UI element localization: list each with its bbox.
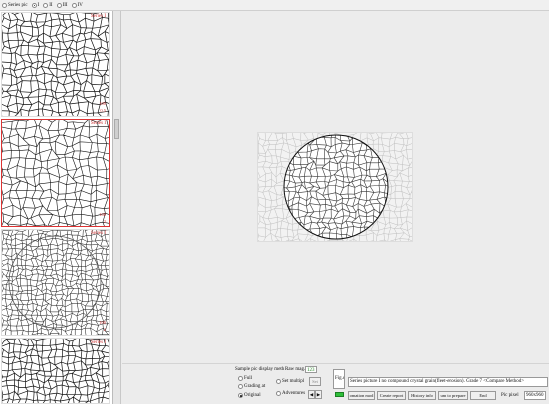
- grain-sample-picture: [255, 130, 417, 250]
- sample-image: [255, 130, 417, 250]
- sample-display-label: Sample pic display meth: [235, 367, 285, 372]
- radio-series-i[interactable]: I: [31, 2, 40, 8]
- raw-mag-value: 123: [305, 366, 317, 373]
- step-up-button[interactable]: ▶: [315, 390, 322, 399]
- automation-mode-button[interactable]: omation mod: [348, 391, 375, 400]
- create-report-button[interactable]: Create report: [377, 391, 406, 400]
- thumbnail-extra: 0.5: [100, 108, 106, 113]
- radio-label: II: [49, 2, 53, 8]
- thumbnail-item-selected[interactable]: Series I 100 2: [1, 119, 110, 227]
- series-selector-bar: Series pic I II III IV: [0, 0, 549, 11]
- grain-pattern-image: [2, 120, 109, 226]
- thumbnail-panel: Series I 100 0.5 Series I 100 2 Series I…: [0, 11, 113, 404]
- step-down-button[interactable]: ◀: [308, 390, 315, 399]
- thumbnail-extra: 2: [103, 219, 106, 224]
- description-field: Series picture I no compound crystal gra…: [348, 377, 548, 387]
- thumbnail-item[interactable]: Series I 100 0.5: [1, 12, 110, 117]
- series-pic-label: Series pic: [2, 2, 28, 8]
- thumbnail-item[interactable]: Series I: [1, 338, 110, 404]
- thumbnail-number: 100: [99, 320, 106, 325]
- set-button[interactable]: Set: [309, 377, 321, 386]
- radio-dot-icon[interactable]: [238, 376, 243, 381]
- grain-pattern-image: [2, 13, 109, 116]
- radio-label: Adventures: [282, 391, 306, 396]
- radio-original[interactable]: Original: [238, 393, 261, 398]
- radio-label: Set multipl: [282, 379, 305, 384]
- radio-series-ii[interactable]: II: [43, 2, 53, 8]
- radio-dot-icon[interactable]: [31, 2, 37, 8]
- radio-full[interactable]: Full: [238, 376, 252, 381]
- image-view-area: [122, 11, 549, 363]
- thumbnail-title: Series I: [90, 121, 106, 126]
- radio-adventures[interactable]: Adventures: [276, 391, 305, 396]
- radio-label: Original: [244, 393, 261, 398]
- thumbnail-number: 100: [99, 101, 106, 106]
- pic-pixel-value: 960x960: [524, 391, 546, 400]
- grain-pattern-image: [2, 339, 109, 403]
- radio-dot-icon[interactable]: [43, 2, 49, 8]
- thumbnail-item[interactable]: Series I 100 2: [1, 229, 110, 336]
- series-pic-text: Series pic: [8, 2, 28, 8]
- radio-series-iv[interactable]: IV: [71, 2, 83, 8]
- return-to-prepare-button[interactable]: um to prepare: [438, 391, 468, 400]
- radio-label: Full: [244, 376, 253, 381]
- thumbnail-scrollbar[interactable]: [113, 11, 121, 404]
- radio-label: I: [37, 2, 40, 8]
- thumbnail-title: Series I: [90, 14, 106, 19]
- radio-dot-icon[interactable]: [276, 391, 281, 396]
- control-panel: Sample pic display meth Raw mag. 123 Ful…: [122, 363, 549, 404]
- radio-label: Grading at: [244, 384, 266, 389]
- thumbnail-title: Series I: [90, 231, 106, 236]
- grain-pattern-image: [2, 230, 109, 335]
- radio-grading[interactable]: Grading at: [238, 384, 265, 389]
- radio-dot-icon[interactable]: [238, 393, 243, 398]
- raw-mag-label: Raw mag.: [285, 367, 306, 372]
- radio-set-multiple[interactable]: Set multipl: [276, 379, 304, 384]
- fig-label: Fig.c: [333, 369, 345, 389]
- radio-label: IV: [77, 2, 83, 8]
- thumbnail-title: Series I: [90, 340, 106, 345]
- pic-pixel-label: Pic pixel: [501, 393, 519, 398]
- radio-dot-icon[interactable]: [71, 2, 77, 8]
- radio-dot-icon[interactable]: [238, 384, 243, 389]
- series-radio-icon[interactable]: [2, 2, 7, 8]
- radio-dot-icon[interactable]: [276, 379, 281, 384]
- history-info-button[interactable]: History info: [408, 391, 436, 400]
- radio-series-iii[interactable]: III: [56, 2, 68, 8]
- thumbnail-extra: 2: [103, 327, 106, 332]
- radio-dot-icon[interactable]: [56, 2, 62, 8]
- end-button[interactable]: End: [470, 391, 496, 400]
- radio-label: III: [62, 2, 68, 8]
- status-indicator: [335, 392, 344, 397]
- thumbnail-number: 100: [99, 212, 106, 217]
- scrollbar-grip[interactable]: [114, 119, 119, 139]
